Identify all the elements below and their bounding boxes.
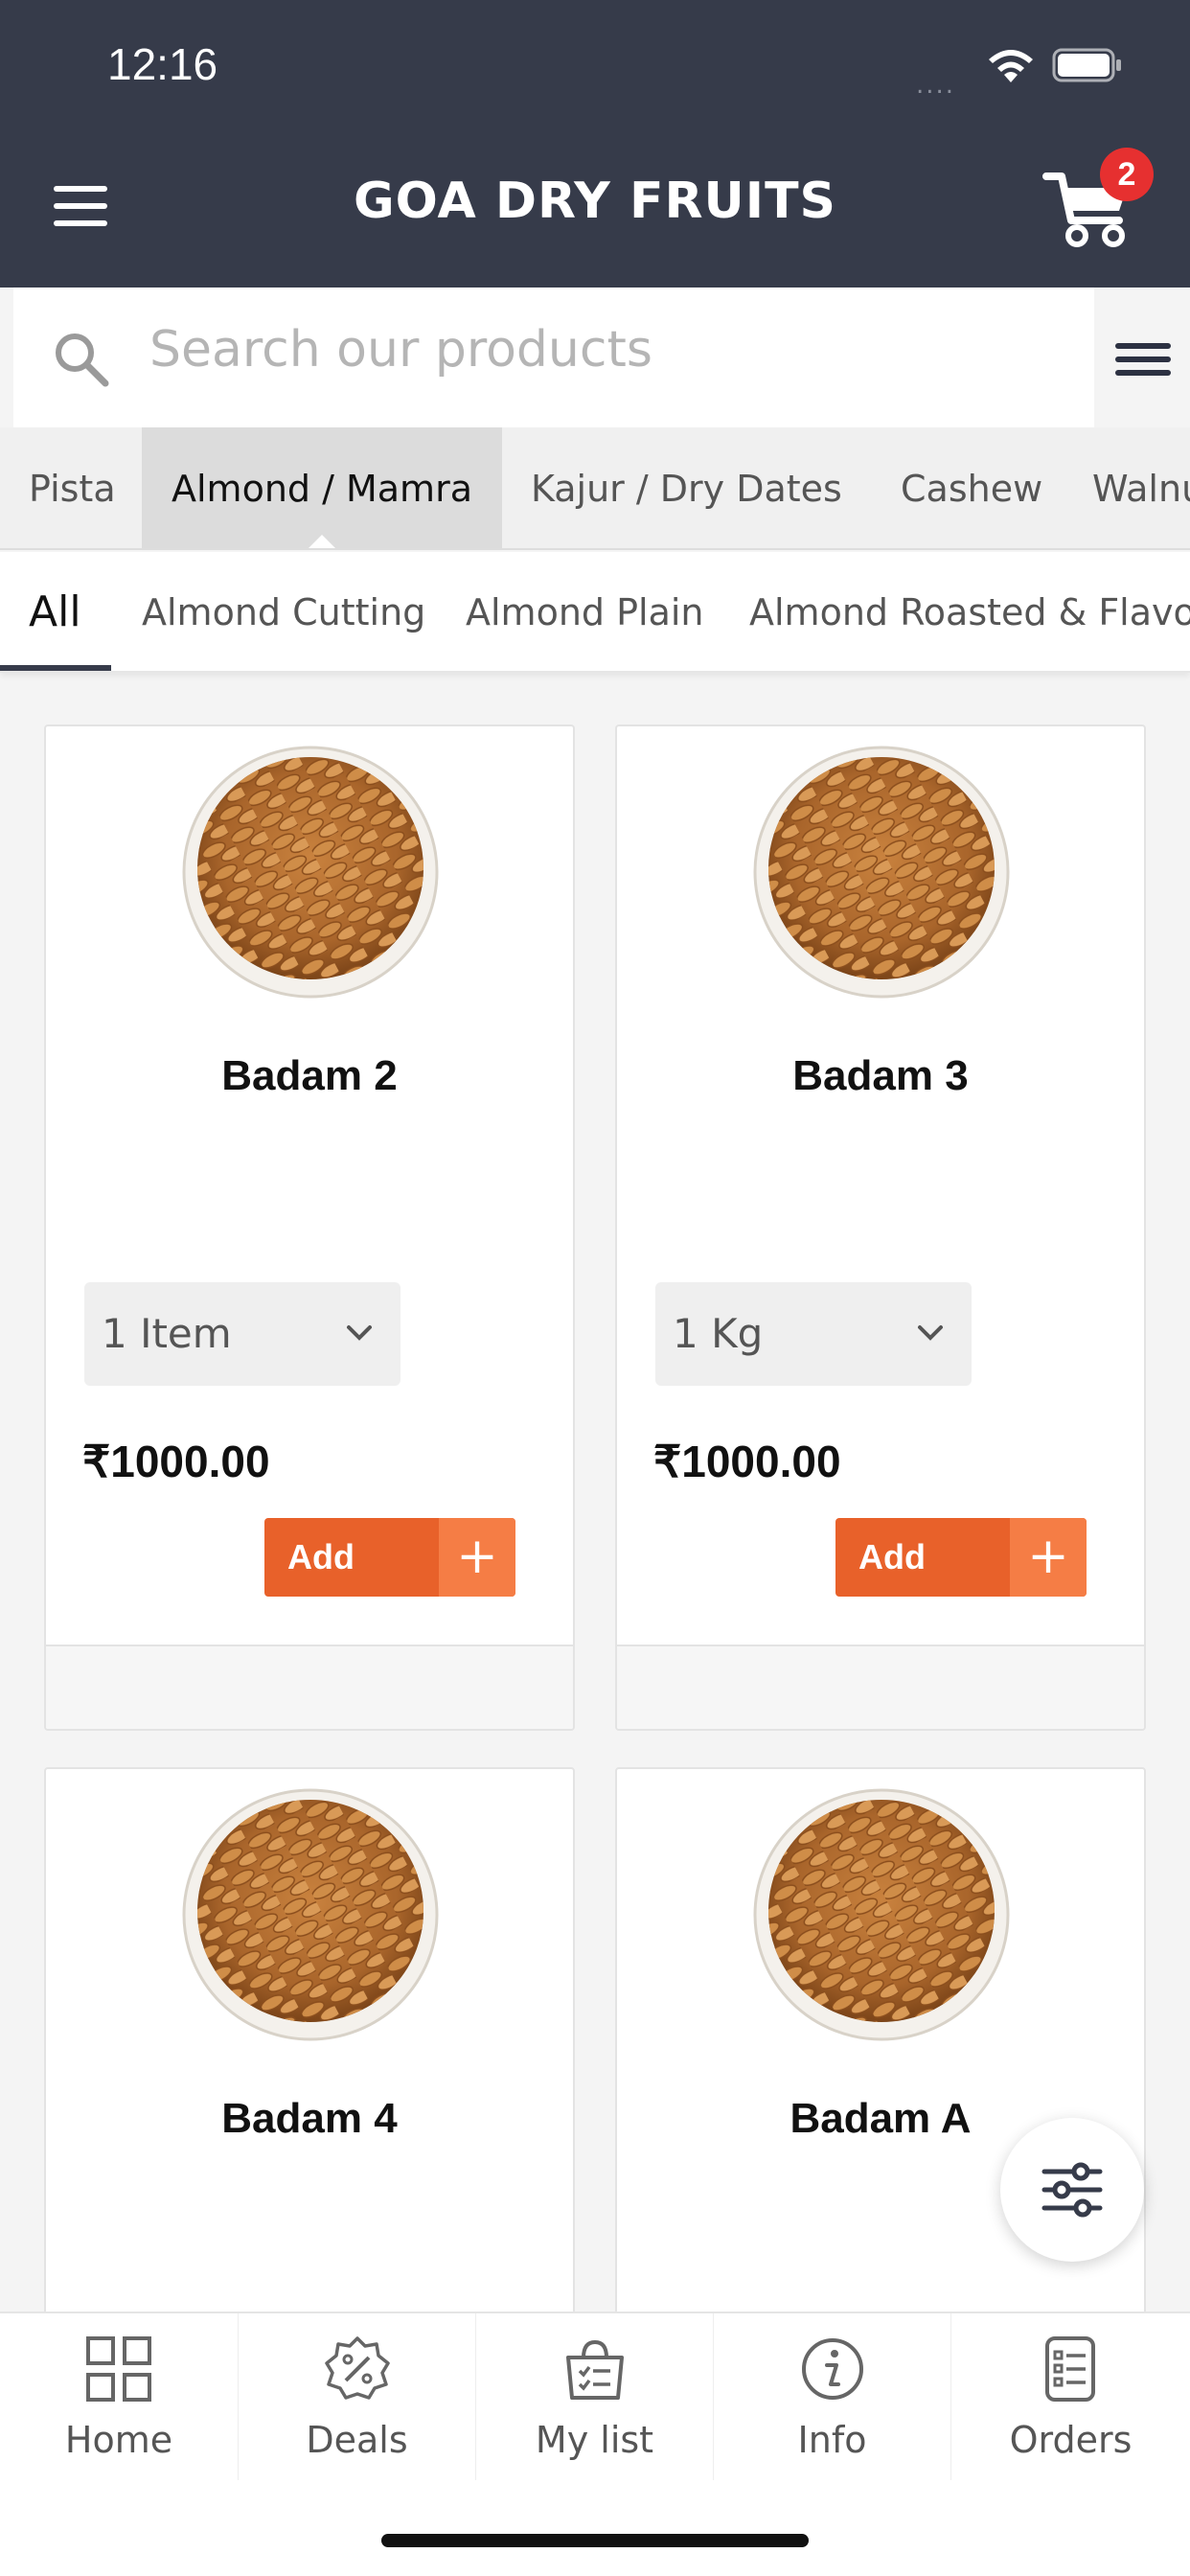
app-title: GOA DRY FRUITS xyxy=(353,172,836,230)
variant-value: 1 Item xyxy=(102,1310,232,1357)
plus-icon: + xyxy=(1010,1518,1087,1597)
nav-info[interactable]: Info xyxy=(713,2313,950,2482)
chevron-down-icon xyxy=(918,1325,943,1341)
subtab-almond-cutting[interactable]: Almond Cutting xyxy=(142,552,425,671)
bottom-navigation: Home Deals My list Info Orders xyxy=(0,2312,1190,2482)
product-card[interactable]: Badam 2 1 Item ₹1000.00 Add + xyxy=(44,724,575,1731)
add-to-cart-button[interactable]: Add + xyxy=(264,1518,515,1597)
battery-icon xyxy=(1052,48,1121,82)
product-name: Badam 3 xyxy=(792,1052,969,1099)
nav-home[interactable]: Home xyxy=(0,2313,238,2482)
sliders-icon xyxy=(1041,2162,1103,2218)
plus-icon: + xyxy=(439,1518,515,1597)
subtab-almond-roasted[interactable]: Almond Roasted & Flavou xyxy=(749,552,1190,671)
category-tabs: Pista Almond / Mamra Kajur / Dry Dates C… xyxy=(0,427,1190,550)
card-footer xyxy=(617,1644,1144,1729)
product-card[interactable]: Badam 3 1 Kg ₹1000.00 Add + xyxy=(615,724,1146,1731)
product-price: ₹1000.00 xyxy=(82,1437,270,1486)
subtab-almond-plain[interactable]: Almond Plain xyxy=(466,552,704,671)
product-price: ₹1000.00 xyxy=(653,1437,841,1486)
tab-cashew[interactable]: Cashew xyxy=(872,427,1071,548)
search-input[interactable] xyxy=(149,316,916,383)
product-image xyxy=(182,1788,439,2041)
add-to-cart-button[interactable]: Add + xyxy=(835,1518,1087,1597)
subtab-all[interactable]: All xyxy=(29,552,81,671)
app-header: 12:16 .... GOA DRY FRUITS 2 xyxy=(0,0,1190,288)
nav-label: My list xyxy=(535,2419,654,2461)
nav-label: Home xyxy=(64,2419,173,2461)
nav-label: Orders xyxy=(1009,2419,1133,2461)
nav-deals[interactable]: Deals xyxy=(238,2313,475,2482)
product-name: Badam 4 xyxy=(221,2095,398,2142)
filter-button[interactable] xyxy=(1000,2118,1144,2262)
variant-select[interactable]: 1 Kg xyxy=(655,1282,972,1386)
grid-icon xyxy=(86,2336,151,2402)
tab-kajur-dry-dates[interactable]: Kajur / Dry Dates xyxy=(502,427,871,548)
chevron-down-icon xyxy=(347,1325,372,1341)
wifi-icon xyxy=(989,50,1033,82)
card-footer xyxy=(46,1644,573,1729)
add-label: Add xyxy=(858,1537,926,1576)
add-label: Add xyxy=(287,1537,355,1576)
active-subtab-indicator xyxy=(0,665,111,671)
product-image xyxy=(753,1788,1010,2041)
nav-my-list[interactable]: My list xyxy=(475,2313,713,2482)
info-icon xyxy=(802,2338,863,2400)
tab-walnut[interactable]: Walnu xyxy=(1064,427,1190,548)
tab-almond-mamra[interactable]: Almond / Mamra xyxy=(142,427,502,548)
cart-count-badge: 2 xyxy=(1100,148,1154,201)
nav-label: Info xyxy=(797,2419,867,2461)
search-icon xyxy=(56,334,109,387)
bottom-safe-area xyxy=(0,2480,1190,2576)
product-name: Badam 2 xyxy=(221,1052,398,1099)
variant-select[interactable]: 1 Item xyxy=(84,1282,400,1386)
home-indicator[interactable] xyxy=(381,2534,809,2547)
percent-badge-icon xyxy=(325,2336,390,2400)
status-time: 12:16 xyxy=(107,39,218,89)
shopping-list-bag-icon xyxy=(566,2339,624,2400)
tab-pista[interactable]: Pista xyxy=(0,427,145,548)
nav-orders[interactable]: Orders xyxy=(950,2313,1190,2482)
nav-label: Deals xyxy=(306,2419,408,2461)
list-view-icon[interactable] xyxy=(1094,288,1190,427)
subcategory-tabs: All Almond Cutting Almond Plain Almond R… xyxy=(0,552,1190,673)
variant-value: 1 Kg xyxy=(673,1310,764,1357)
orders-list-icon xyxy=(1045,2336,1095,2402)
product-image xyxy=(182,746,439,999)
cellular-signal-icon: .... xyxy=(916,71,956,100)
product-image xyxy=(753,746,1010,999)
